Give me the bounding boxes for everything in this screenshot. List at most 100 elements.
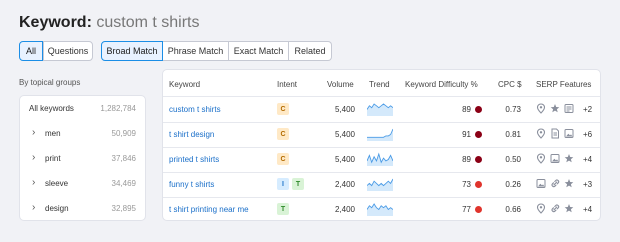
difficulty-indicator-dot xyxy=(475,131,482,138)
difficulty-indicator-dot xyxy=(475,106,482,113)
group-item-all[interactable]: All keywords 1,282,784 xyxy=(20,99,145,119)
column-header-keyword[interactable]: Keyword xyxy=(169,80,200,89)
table-row: custom t shirts C 5,400 89 0.73 +2 xyxy=(163,97,600,123)
group-item-men[interactable]: › men 50,909 xyxy=(20,124,145,144)
cpc-value: 0.50 xyxy=(505,155,521,164)
document-icon xyxy=(551,128,559,139)
volume-value: 5,400 xyxy=(334,130,355,139)
star-icon xyxy=(550,104,560,113)
link-icon xyxy=(551,204,560,213)
column-header-trend[interactable]: Trend xyxy=(369,80,390,89)
cpc-value: 0.81 xyxy=(505,130,521,139)
cpc-value: 0.66 xyxy=(505,205,521,214)
match-tab-exact[interactable]: Exact Match xyxy=(229,41,289,61)
keyword-link[interactable]: printed t shirts xyxy=(169,155,219,164)
keyword-difficulty-value: 73 xyxy=(462,180,471,189)
keyword-link[interactable]: t shirt design xyxy=(169,130,214,139)
keyword-difficulty-value: 91 xyxy=(462,130,471,139)
location-icon xyxy=(536,103,546,114)
chevron-right-icon[interactable]: › xyxy=(32,152,35,163)
column-header-intent[interactable]: Intent xyxy=(277,80,297,89)
serp-more-count[interactable]: +4 xyxy=(583,205,592,214)
image-icon xyxy=(564,129,574,138)
trend-sparkline xyxy=(367,203,393,216)
intent-badge: C xyxy=(277,153,289,165)
sidebar-heading: By topical groups xyxy=(19,78,81,87)
volume-value: 5,400 xyxy=(334,155,355,164)
keyword-link[interactable]: custom t shirts xyxy=(169,105,221,114)
trend-sparkline xyxy=(367,128,393,141)
star-icon xyxy=(564,179,574,188)
chevron-right-icon[interactable]: › xyxy=(32,127,35,138)
group-count: 32,895 xyxy=(111,204,136,213)
star-icon xyxy=(564,204,574,213)
keyword-link[interactable]: t shirt printing near me xyxy=(169,205,249,214)
location-icon xyxy=(536,153,546,164)
keywords-table: Keyword Intent Volume Trend Keyword Diff… xyxy=(162,69,601,221)
title-label: Keyword: xyxy=(19,14,92,31)
group-item-design[interactable]: › design 32,895 xyxy=(20,199,145,219)
keyword-link[interactable]: funny t shirts xyxy=(169,180,214,189)
filter-tab-all[interactable]: All xyxy=(19,41,43,61)
topical-groups-list: All keywords 1,282,784 › men 50,909 › pr… xyxy=(19,95,146,221)
image-icon xyxy=(550,154,560,163)
chevron-right-icon[interactable]: › xyxy=(32,202,35,213)
intent-badge: T xyxy=(292,178,304,190)
volume-value: 5,400 xyxy=(334,105,355,114)
cpc-value: 0.26 xyxy=(505,180,521,189)
table-row: printed t shirts C 5,400 89 0.50 +4 xyxy=(163,147,600,173)
image-icon xyxy=(536,179,546,188)
filter-tab-questions[interactable]: Questions xyxy=(43,41,93,61)
group-count: 1,282,784 xyxy=(100,104,136,113)
chevron-right-icon[interactable]: › xyxy=(32,177,35,188)
column-header-keyword-difficulty[interactable]: Keyword Difficulty % xyxy=(405,80,478,89)
serp-more-count[interactable]: +3 xyxy=(583,180,592,189)
trend-area xyxy=(367,204,393,216)
table-row: funny t shirts I T 2,400 73 0.26 +3 xyxy=(163,172,600,198)
difficulty-indicator-dot xyxy=(475,206,482,213)
page-title: Keyword: custom t shirts xyxy=(19,14,200,32)
difficulty-indicator-dot xyxy=(475,156,482,163)
trend-sparkline xyxy=(367,178,393,191)
group-label: men xyxy=(45,129,61,138)
group-label: sleeve xyxy=(45,179,69,188)
keyword-difficulty-value: 89 xyxy=(462,105,471,114)
topical-groups-sidebar: By topical groups All keywords 1,282,784… xyxy=(19,69,146,221)
volume-value: 2,400 xyxy=(334,205,355,214)
star-icon xyxy=(564,154,574,163)
serp-more-count[interactable]: +4 xyxy=(583,155,592,164)
group-count: 37,846 xyxy=(111,154,136,163)
group-label: print xyxy=(45,154,61,163)
match-tab-related[interactable]: Related xyxy=(289,41,332,61)
intent-badge: C xyxy=(277,103,289,115)
table-row: t shirt design C 5,400 91 0.81 +6 xyxy=(163,122,600,148)
group-count: 34,469 xyxy=(111,179,136,188)
intent-badge: T xyxy=(277,203,289,215)
table-row: t shirt printing near me T 2,400 77 0.66 +4 xyxy=(163,197,600,222)
trend-sparkline xyxy=(367,103,393,116)
location-icon xyxy=(536,203,546,214)
group-count: 50,909 xyxy=(111,129,136,138)
serp-more-count[interactable]: +2 xyxy=(583,105,592,114)
cpc-value: 0.73 xyxy=(505,105,521,114)
column-header-volume[interactable]: Volume xyxy=(327,80,354,89)
group-item-sleeve[interactable]: › sleeve 34,469 xyxy=(20,174,145,194)
match-tab-broad[interactable]: Broad Match xyxy=(101,41,163,61)
link-icon xyxy=(551,179,560,188)
volume-value: 2,400 xyxy=(334,180,355,189)
column-header-cpc[interactable]: CPC $ xyxy=(498,80,522,89)
intent-badge: C xyxy=(277,128,289,140)
reviews-icon xyxy=(564,104,574,113)
intent-badge: I xyxy=(277,178,289,190)
difficulty-indicator-dot xyxy=(475,181,482,188)
trend-area xyxy=(367,104,393,116)
serp-more-count[interactable]: +6 xyxy=(583,130,592,139)
keyword-difficulty-value: 77 xyxy=(462,205,471,214)
group-item-print[interactable]: › print 37,846 xyxy=(20,149,145,169)
location-icon xyxy=(536,128,546,139)
column-header-serp-features[interactable]: SERP Features xyxy=(536,80,591,89)
match-tab-phrase[interactable]: Phrase Match xyxy=(163,41,229,61)
group-label: design xyxy=(45,204,69,213)
title-keyword: custom t shirts xyxy=(96,14,200,31)
keyword-overview-panel: Keyword: custom t shirts All Questions B… xyxy=(0,0,620,242)
